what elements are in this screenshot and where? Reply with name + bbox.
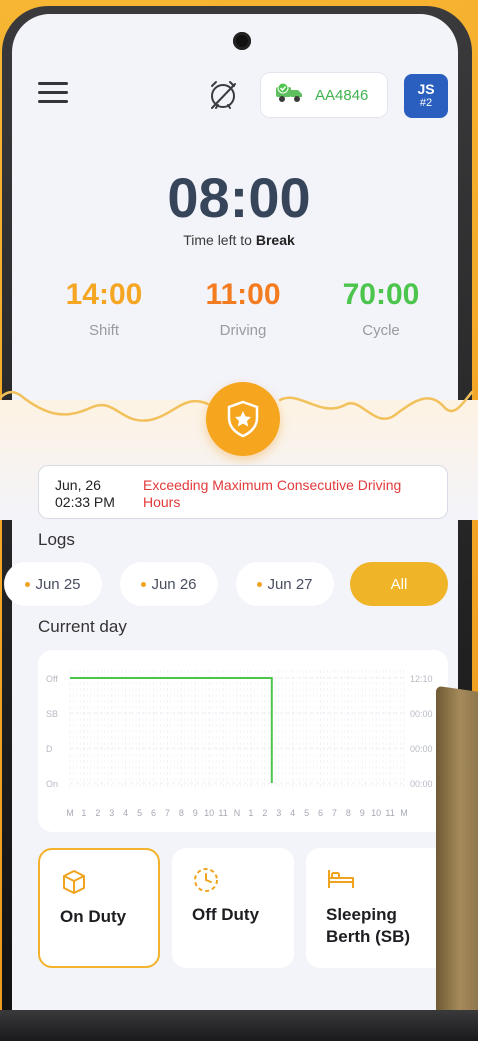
violation-message: Exceeding Maximum Consecutive Driving Ho… (143, 477, 402, 510)
graph-hour-label: 2 (95, 808, 100, 818)
violation-datetime: Jun, 26 02:33 PM (55, 477, 115, 511)
log-chip-all-label: All (390, 575, 408, 593)
on-duty-button[interactable]: On Duty (38, 848, 160, 968)
shield-star-button[interactable] (206, 382, 280, 456)
user-initials: JS (417, 81, 435, 97)
graph-row-total: 00:00 (410, 744, 433, 754)
stat-cycle: 70:00 Cycle (321, 278, 441, 339)
violation-time: 02:33 PM (55, 494, 115, 510)
violation-date: Jun, 26 (55, 477, 101, 493)
graph-hour-label: 6 (318, 808, 323, 818)
graph-row-label: Off (46, 674, 58, 684)
stat-shift: 14:00 Shift (44, 278, 164, 339)
graph-hour-label: 8 (346, 808, 351, 818)
graph-hour-label: 10 (204, 808, 214, 818)
stat-driving: 11:00 Driving (183, 278, 303, 339)
graph-row-total: 00:00 (410, 779, 433, 789)
stat-shift-value: 14:00 (65, 278, 143, 311)
alarm-clock-off-icon[interactable] (204, 76, 242, 114)
log-chip-jun-25[interactable]: Jun 25 (4, 562, 102, 606)
graph-row-label: SB (46, 709, 58, 719)
graph-hour-label: M (66, 808, 74, 818)
sleeping-berth-label-line2: Berth (SB) (326, 927, 411, 946)
current-day-title: Current day (38, 617, 127, 636)
graph-hour-label: 6 (151, 808, 156, 818)
timer-label: Time left to Break (0, 232, 478, 248)
truck-check-icon (275, 82, 305, 108)
graph-hour-label: 10 (371, 808, 381, 818)
graph-hour-label: 3 (276, 808, 281, 818)
graph-row-total: 00:00 (410, 709, 433, 719)
sleeping-berth-label-line1: Sleeping (326, 905, 397, 924)
on-duty-label: On Duty (60, 907, 127, 926)
sleeping-berth-label: Sleeping Berth (SB) (326, 904, 410, 948)
cube-icon (60, 868, 88, 901)
graph-hour-label: 11 (218, 808, 227, 818)
stat-driving-value: 11:00 (205, 278, 281, 311)
chip-dot-icon (141, 581, 147, 587)
off-duty-button[interactable]: Off Duty (172, 848, 294, 968)
log-chip-label: Jun 25 (35, 575, 81, 593)
bed-icon (326, 866, 356, 897)
stat-driving-label: Driving (219, 322, 267, 339)
break-timer: 08:00 (167, 166, 311, 229)
graph-hour-label: 9 (360, 808, 365, 818)
log-chip-all[interactable]: All (350, 562, 448, 606)
chip-dot-icon (25, 581, 31, 587)
stat-shift-label: Shift (88, 322, 119, 339)
user-avatar[interactable]: JS #2 (404, 74, 448, 118)
graph-hour-label: 7 (332, 808, 337, 818)
chip-dot-icon (257, 581, 263, 587)
logs-title: Logs (38, 530, 75, 549)
sleeping-berth-button[interactable]: Sleeping Berth (SB) (306, 848, 446, 968)
decorative-box (436, 685, 478, 1041)
off-duty-label: Off Duty (192, 905, 260, 924)
graph-row-total: 12:10 (410, 674, 433, 684)
graph-hour-label: 1 (81, 808, 86, 818)
user-number: #2 (419, 97, 433, 109)
graph-hour-label: 5 (304, 808, 309, 818)
graph-hour-label: M (400, 808, 408, 818)
log-chip-label: Jun 27 (267, 575, 313, 593)
stat-cycle-label: Cycle (362, 322, 400, 339)
graph-hour-label: 5 (137, 808, 142, 818)
graph-hour-label: N (234, 808, 241, 818)
clock-dashed-icon (192, 866, 220, 899)
graph-hour-label: 4 (290, 808, 295, 818)
timer-label-prefix: Time left to (183, 232, 252, 248)
graph-hour-label: 2 (262, 808, 267, 818)
shield-star-icon (227, 400, 259, 438)
duty-graph: Off 12:10SB 00:00D 00:00On 00:00M 1 2 3 4 5 6 7 8 9 10… (46, 670, 433, 818)
graph-row-label: D (46, 744, 53, 754)
graph-hour-label: 7 (165, 808, 170, 818)
timer-label-target: Break (255, 232, 295, 248)
log-chip-jun-26[interactable]: Jun 26 (120, 562, 218, 606)
violation-card[interactable]: Jun, 26 02:33 PM Exceeding Maximum Conse… (38, 465, 448, 519)
graph-hour-label: 3 (109, 808, 114, 818)
stat-cycle-value: 70:00 (342, 278, 420, 311)
duty-graph-card: Off 12:10 SB 00:00 D 00:00 On 00:00 M 1 2 3 4 5 6 7 8 9 10… (38, 650, 448, 832)
camera-icon (233, 32, 251, 50)
graph-hour-label: 11 (385, 808, 394, 818)
graph-hour-label: 1 (248, 808, 253, 818)
truck-id: AA4846 (315, 86, 369, 104)
phone-bottom-edge (0, 1010, 478, 1041)
graph-hour-label: 8 (179, 808, 184, 818)
hamburger-menu-icon[interactable] (38, 82, 70, 104)
truck-selector-button[interactable]: AA4846 (260, 72, 388, 118)
log-chip-label: Jun 26 (151, 575, 197, 593)
graph-hour-label: 4 (123, 808, 128, 818)
log-chip-jun-27[interactable]: Jun 27 (236, 562, 334, 606)
graph-hour-label: 9 (193, 808, 198, 818)
graph-row-label: On (46, 779, 58, 789)
